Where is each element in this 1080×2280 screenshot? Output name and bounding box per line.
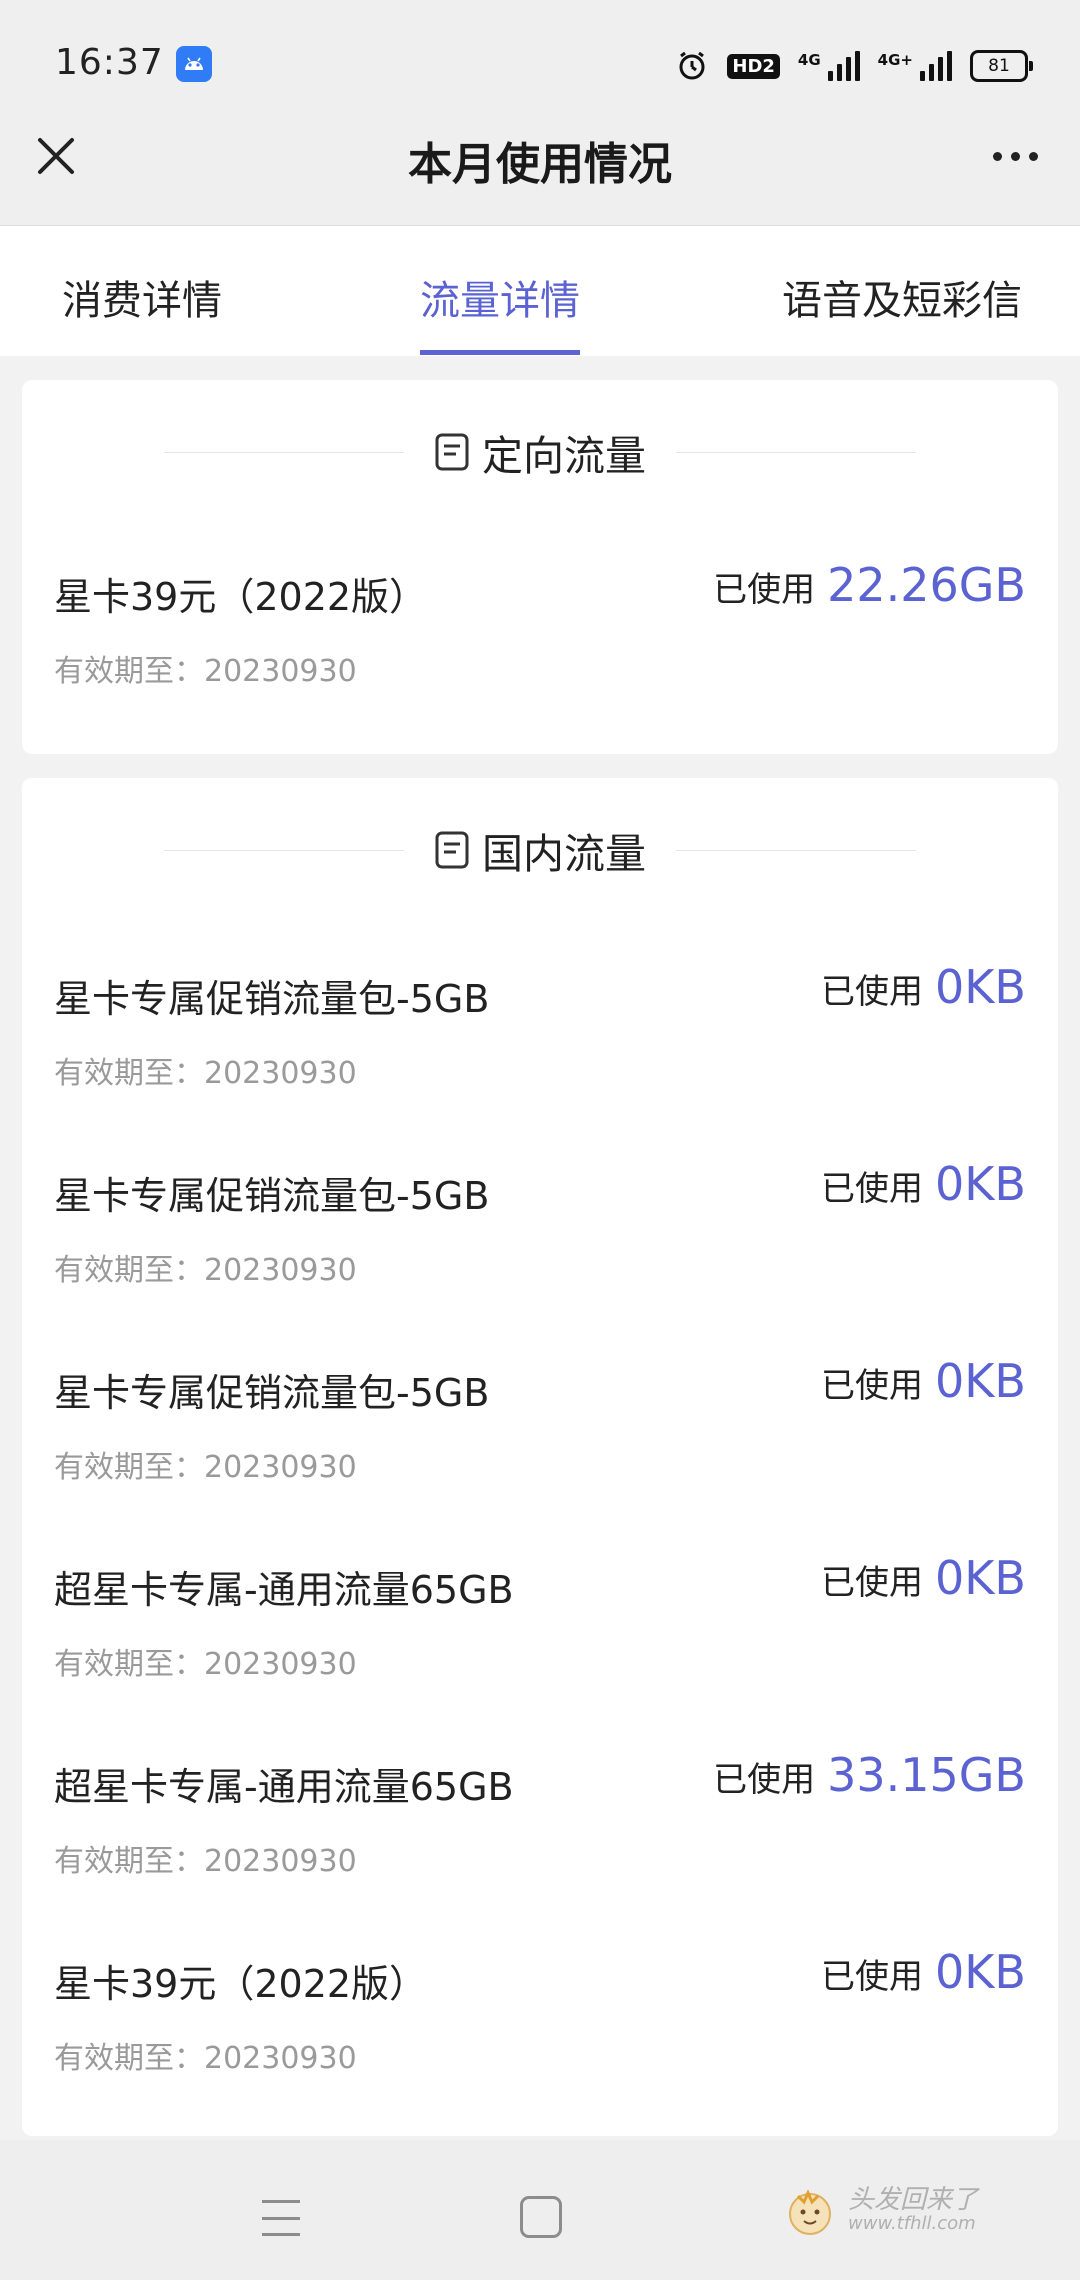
used-label: 已使用 (821, 1957, 923, 1997)
package-name: 超星卡专属-通用流量65GB (54, 1568, 514, 1612)
package-name: 星卡专属促销流量包-5GB (54, 977, 490, 1021)
section-header: 定向流量 (22, 422, 1058, 482)
used-value: 0KB (935, 1354, 1026, 1408)
usage-amount: 已使用 0KB (821, 960, 1026, 1014)
list-item: 超星卡专属-通用流量65GB 已使用 33.15GB 有效期至：20230930 (22, 1748, 1058, 1936)
used-label: 已使用 (821, 1366, 923, 1406)
valid-until: 有效期至：20230930 (54, 1450, 357, 1485)
list-item: 超星卡专属-通用流量65GB 已使用 0KB 有效期至：20230930 (22, 1551, 1058, 1739)
hd-voice-icon: HD2 (727, 53, 780, 79)
used-label: 已使用 (821, 1563, 923, 1603)
usage-amount: 已使用 0KB (821, 1945, 1026, 1999)
usage-amount: 已使用 0KB (821, 1551, 1026, 1605)
battery-icon: 81 (970, 50, 1033, 82)
used-label: 已使用 (821, 972, 923, 1012)
package-name: 超星卡专属-通用流量65GB (54, 1765, 514, 1809)
watermark-url: www.tfhll.com (848, 2213, 976, 2235)
section-card-domestic: 国内流量 星卡专属促销流量包-5GB 已使用 0KB 有效期至：20230930… (22, 778, 1058, 2136)
tab-consumption[interactable]: 消费详情 (62, 268, 222, 326)
menu-line-icon (262, 2233, 300, 2236)
package-name: 星卡专属促销流量包-5GB (54, 1174, 490, 1218)
used-label: 已使用 (821, 1169, 923, 1209)
usage-amount: 已使用 0KB (821, 1354, 1026, 1408)
section-title: 国内流量 (482, 830, 646, 878)
tab-data-usage[interactable]: 流量详情 (420, 268, 580, 326)
tab-bar: 消费详情 流量详情 语音及短彩信 (0, 226, 1080, 356)
active-tab-indicator (420, 350, 580, 355)
list-item: 星卡39元（2022版） 已使用 22.26GB 有效期至：20230930 (22, 558, 1058, 746)
used-value: 33.15GB (827, 1748, 1026, 1802)
section-header: 国内流量 (22, 820, 1058, 880)
mascot-logo-icon (789, 2189, 831, 2235)
valid-until: 有效期至：20230930 (54, 1253, 357, 1288)
document-icon (435, 433, 469, 471)
more-dot-icon (1028, 151, 1038, 161)
home-button[interactable] (520, 2196, 562, 2238)
valid-until: 有效期至：20230930 (54, 1647, 357, 1682)
tab-voice-sms[interactable]: 语音及短彩信 (782, 268, 1022, 326)
used-value: 0KB (935, 1157, 1026, 1211)
signal-icon-sim2: 4G+ (878, 51, 952, 81)
divider (164, 849, 404, 851)
list-item: 星卡专属促销流量包-5GB 已使用 0KB 有效期至：20230930 (22, 960, 1058, 1148)
menu-button[interactable] (262, 2200, 300, 2236)
usage-amount: 已使用 0KB (821, 1157, 1026, 1211)
valid-until: 有效期至：20230930 (54, 1056, 357, 1091)
more-options-button[interactable] (980, 130, 1050, 182)
section-card-targeted: 定向流量 星卡39元（2022版） 已使用 22.26GB 有效期至：20230… (22, 380, 1058, 754)
used-value: 0KB (935, 1945, 1026, 1999)
status-time: 16:37 (55, 42, 164, 83)
signal-label-sim2: 4G+ (877, 51, 913, 69)
list-item: 星卡39元（2022版） 已使用 0KB 有效期至：20230930 (22, 1945, 1058, 2133)
watermark: 头发回来了 www.tfhll.com (780, 2180, 978, 2240)
used-value: 0KB (935, 1551, 1026, 1605)
usage-amount: 已使用 33.15GB (713, 1748, 1026, 1802)
document-icon (435, 831, 469, 869)
list-item: 星卡专属促销流量包-5GB 已使用 0KB 有效期至：20230930 (22, 1157, 1058, 1345)
package-name: 星卡专属促销流量包-5GB (54, 1371, 490, 1415)
used-value: 0KB (935, 960, 1026, 1014)
list-item: 星卡专属促销流量包-5GB 已使用 0KB 有效期至：20230930 (22, 1354, 1058, 1542)
menu-line-icon (262, 2216, 300, 2220)
package-name: 星卡39元（2022版） (54, 575, 428, 619)
used-label: 已使用 (713, 1760, 816, 1800)
used-label: 已使用 (713, 570, 816, 610)
valid-until: 有效期至：20230930 (54, 2041, 357, 2076)
usage-amount: 已使用 22.26GB (713, 558, 1026, 612)
signal-icon-sim1: 4G (798, 51, 860, 81)
valid-until: 有效期至：20230930 (54, 654, 357, 689)
page-title: 本月使用情况 (408, 139, 672, 190)
divider (676, 451, 916, 453)
android-app-icon (176, 46, 212, 82)
package-name: 星卡39元（2022版） (54, 1962, 428, 2006)
used-value: 22.26GB (827, 558, 1026, 612)
watermark-text: 头发回来了 (848, 2184, 979, 2215)
divider (676, 849, 916, 851)
more-dot-icon (992, 151, 1002, 161)
more-dot-icon (1010, 151, 1020, 161)
alarm-icon (675, 49, 709, 83)
section-title: 定向流量 (482, 432, 646, 480)
divider (164, 451, 404, 453)
system-nav-bar: 头发回来了 www.tfhll.com (0, 2140, 1080, 2280)
valid-until: 有效期至：20230930 (54, 1844, 357, 1879)
title-bar: 本月使用情况 (0, 90, 1080, 226)
menu-line-icon (262, 2200, 300, 2203)
signal-label-sim1: 4G (797, 51, 821, 69)
